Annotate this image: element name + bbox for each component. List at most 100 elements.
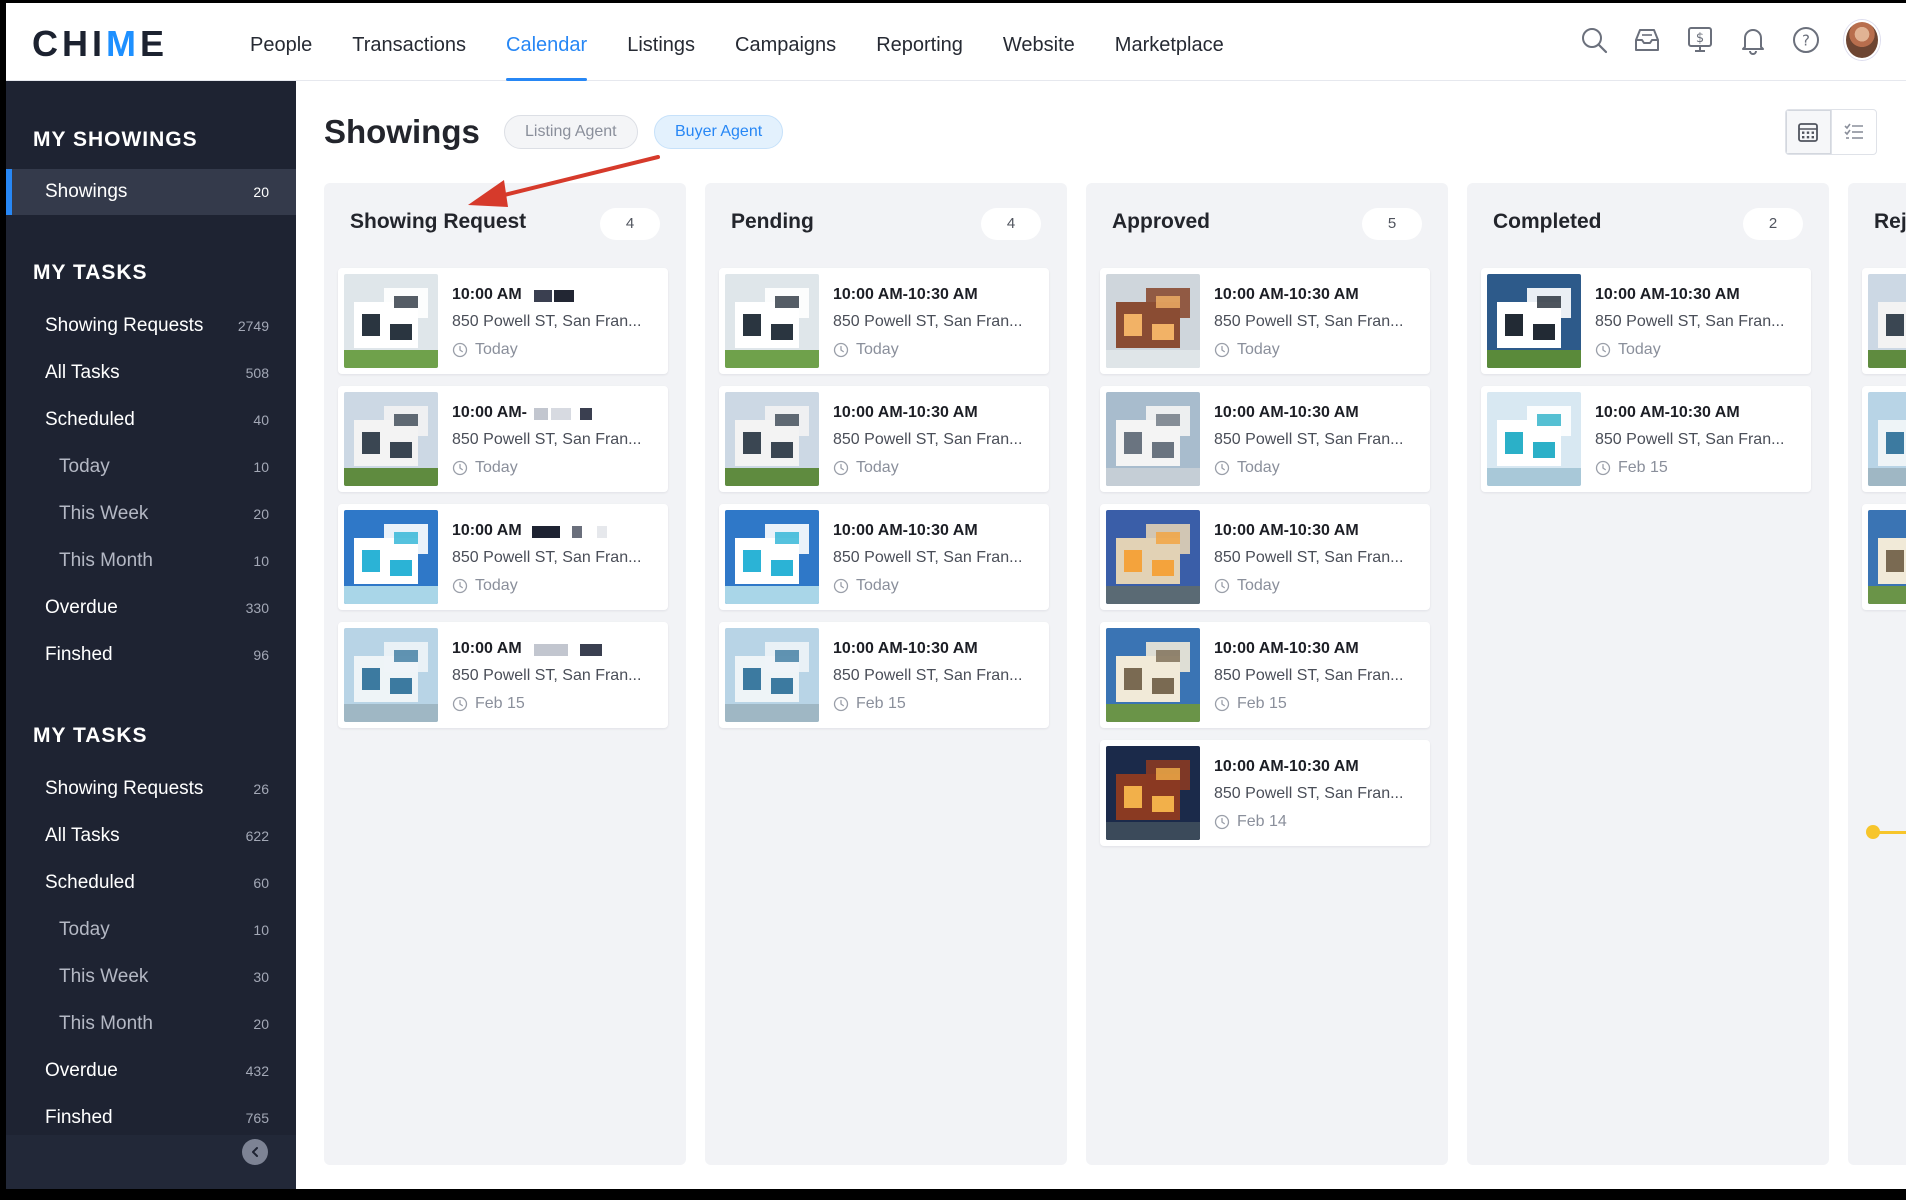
buyer-agent-filter[interactable]: Buyer Agent: [654, 115, 784, 149]
sidebar-item-count: 30: [253, 969, 269, 985]
sidebar-item-overdue[interactable]: Overdue 432: [6, 1048, 296, 1094]
sidebar-item-finished[interactable]: Finshed 765: [6, 1095, 296, 1141]
sidebar-item-count: 40: [253, 412, 269, 428]
property-photo: [1106, 274, 1200, 368]
redacted-block: [551, 408, 571, 420]
nav-people[interactable]: People: [230, 3, 332, 81]
dollar-icon[interactable]: $: [1682, 22, 1718, 58]
sidebar-item-scheduled[interactable]: Scheduled 60: [6, 860, 296, 906]
showing-card[interactable]: 10:00 AM-10:30 AM 850 Powell ST, San Fran…: [1100, 386, 1430, 492]
nav-website[interactable]: Website: [983, 3, 1095, 81]
showing-date: Feb 14: [1214, 813, 1287, 831]
showing-date-label: Today: [856, 459, 899, 476]
showing-card[interactable]: 10:00 AM 850 Powell ST, San Fran... Today: [338, 504, 668, 610]
showing-card[interactable]: 10:00 AM-10:30 AM 850 Powell ST, San Fran…: [719, 504, 1049, 610]
my-showings-heading: MY SHOWINGS: [33, 128, 198, 151]
sidebar-item-label: Finshed: [45, 644, 113, 665]
inbox-icon[interactable]: [1629, 22, 1665, 58]
listing-agent-filter[interactable]: Listing Agent: [504, 115, 638, 149]
search-icon[interactable]: [1576, 22, 1612, 58]
property-address: 850 Powell ST, San Fran...: [452, 431, 642, 448]
property-thumbnail: [1868, 274, 1906, 368]
property-address: 850 Powell ST, San Fran...: [1595, 313, 1785, 330]
showing-card[interactable]: 10:00 AM- 850 Powell ST, San Fran... Today: [338, 386, 668, 492]
property-address: 850 Powell ST, San Fran...: [452, 667, 642, 684]
property-thumbnail: [1106, 510, 1200, 604]
sidebar-item-this-month[interactable]: This Month 20: [6, 1001, 296, 1047]
nav-marketplace[interactable]: Marketplace: [1095, 3, 1244, 81]
property-thumbnail: [725, 628, 819, 722]
collapse-sidebar-button[interactable]: [242, 1139, 268, 1165]
showing-card[interactable]: 10:00 AM-10:30 AM 850 Powell ST, San Fran…: [719, 268, 1049, 374]
sidebar-item-showing-requests[interactable]: Showing Requests 26: [6, 766, 296, 812]
property-thumbnail: [1106, 392, 1200, 486]
property-thumbnail: [344, 510, 438, 604]
clock-icon: [1214, 342, 1230, 358]
sidebar-item-scheduled[interactable]: Scheduled 40: [6, 397, 296, 443]
top-navigation-bar: CHIME People Transactions Calendar Listi…: [6, 3, 1906, 81]
sidebar-item-showing-requests[interactable]: Showing Requests 2749: [6, 303, 296, 349]
showing-time: 10:00 AM: [452, 286, 522, 303]
sidebar-item-this-week[interactable]: This Week 20: [6, 491, 296, 537]
sidebar-item-all-tasks[interactable]: All Tasks 622: [6, 813, 296, 859]
nav-calendar[interactable]: Calendar: [486, 3, 607, 81]
nav-listings[interactable]: Listings: [607, 3, 715, 81]
showing-card[interactable]: [1862, 504, 1906, 610]
showing-card[interactable]: 10:00 AM-10:30 AM 850 Powell ST, San Fran…: [1100, 268, 1430, 374]
sidebar-item-overdue[interactable]: Overdue 330: [6, 585, 296, 631]
showing-card[interactable]: 10:00 AM 850 Powell ST, San Fran... Today: [338, 268, 668, 374]
property-address: 850 Powell ST, San Fran...: [833, 549, 1023, 566]
property-thumbnail: [1868, 392, 1906, 486]
showing-card[interactable]: 10:00 AM-10:30 AM 850 Powell ST, San Fran…: [1100, 740, 1430, 846]
showing-date: Today: [1214, 577, 1280, 595]
clock-icon: [833, 696, 849, 712]
property-photo: [344, 392, 438, 486]
showing-card[interactable]: 10:00 AM-10:30 AM 850 Powell ST, San Fran…: [719, 386, 1049, 492]
showing-card[interactable]: 10:00 AM-10:30 AM 850 Powell ST, San Fran…: [719, 622, 1049, 728]
showing-card[interactable]: 10:00 AM-10:30 AM 850 Powell ST, San Fran…: [1100, 622, 1430, 728]
showing-time: 10:00 AM-10:30 AM: [833, 404, 978, 421]
showing-time: 10:00 AM-10:30 AM: [1214, 286, 1359, 303]
user-avatar[interactable]: [1844, 20, 1880, 60]
sidebar-item-today[interactable]: Today 10: [6, 444, 296, 490]
showing-card[interactable]: 10:00 AM-10:30 AM 850 Powell ST, San Fran…: [1481, 386, 1811, 492]
sidebar-item-count: 508: [245, 365, 269, 381]
showing-date: Feb 15: [1214, 695, 1287, 713]
sidebar-item-all-tasks[interactable]: All Tasks 508: [6, 350, 296, 396]
calendar-grid-view-button[interactable]: [1786, 110, 1831, 154]
sidebar-item-finished[interactable]: Finshed 96: [6, 632, 296, 678]
property-photo: [1868, 392, 1906, 486]
clock-icon: [452, 578, 468, 594]
nav-campaigns[interactable]: Campaigns: [715, 3, 856, 81]
showing-card[interactable]: [1862, 268, 1906, 374]
sidebar-item-today[interactable]: Today 10: [6, 907, 296, 953]
clock-icon: [452, 460, 468, 476]
sidebar-item-showings[interactable]: Showings 20: [6, 169, 296, 215]
showing-card[interactable]: 10:00 AM-10:30 AM 850 Powell ST, San Fran…: [1481, 268, 1811, 374]
property-thumbnail: [344, 274, 438, 368]
help-icon[interactable]: ?: [1788, 22, 1824, 58]
showing-date-label: Today: [856, 577, 899, 594]
property-thumbnail: [1106, 274, 1200, 368]
list-view-button[interactable]: [1830, 110, 1876, 154]
chime-logo[interactable]: CHIME: [32, 23, 168, 65]
nav-reporting[interactable]: Reporting: [856, 3, 983, 81]
page-title: Showings: [324, 113, 480, 150]
redacted-block: [532, 526, 560, 538]
showing-card[interactable]: [1862, 386, 1906, 492]
sidebar-item-this-month[interactable]: This Month 10: [6, 538, 296, 584]
sidebar-item-this-week[interactable]: This Week 30: [6, 954, 296, 1000]
property-address: 850 Powell ST, San Fran...: [1214, 667, 1404, 684]
nav-transactions[interactable]: Transactions: [332, 3, 486, 81]
showing-date: Today: [833, 577, 899, 595]
calendar-grid-icon: [1798, 123, 1819, 142]
bell-icon[interactable]: [1735, 22, 1771, 58]
property-photo: [725, 628, 819, 722]
property-photo: [725, 510, 819, 604]
showing-date-label: Feb 15: [856, 695, 906, 712]
showing-date: Today: [1214, 341, 1280, 359]
showing-card[interactable]: 10:00 AM 850 Powell ST, San Fran... Feb 15: [338, 622, 668, 728]
showing-card[interactable]: 10:00 AM-10:30 AM 850 Powell ST, San Fran…: [1100, 504, 1430, 610]
view-mode-toggle: [1785, 109, 1877, 155]
showing-date: Feb 15: [1595, 459, 1668, 477]
